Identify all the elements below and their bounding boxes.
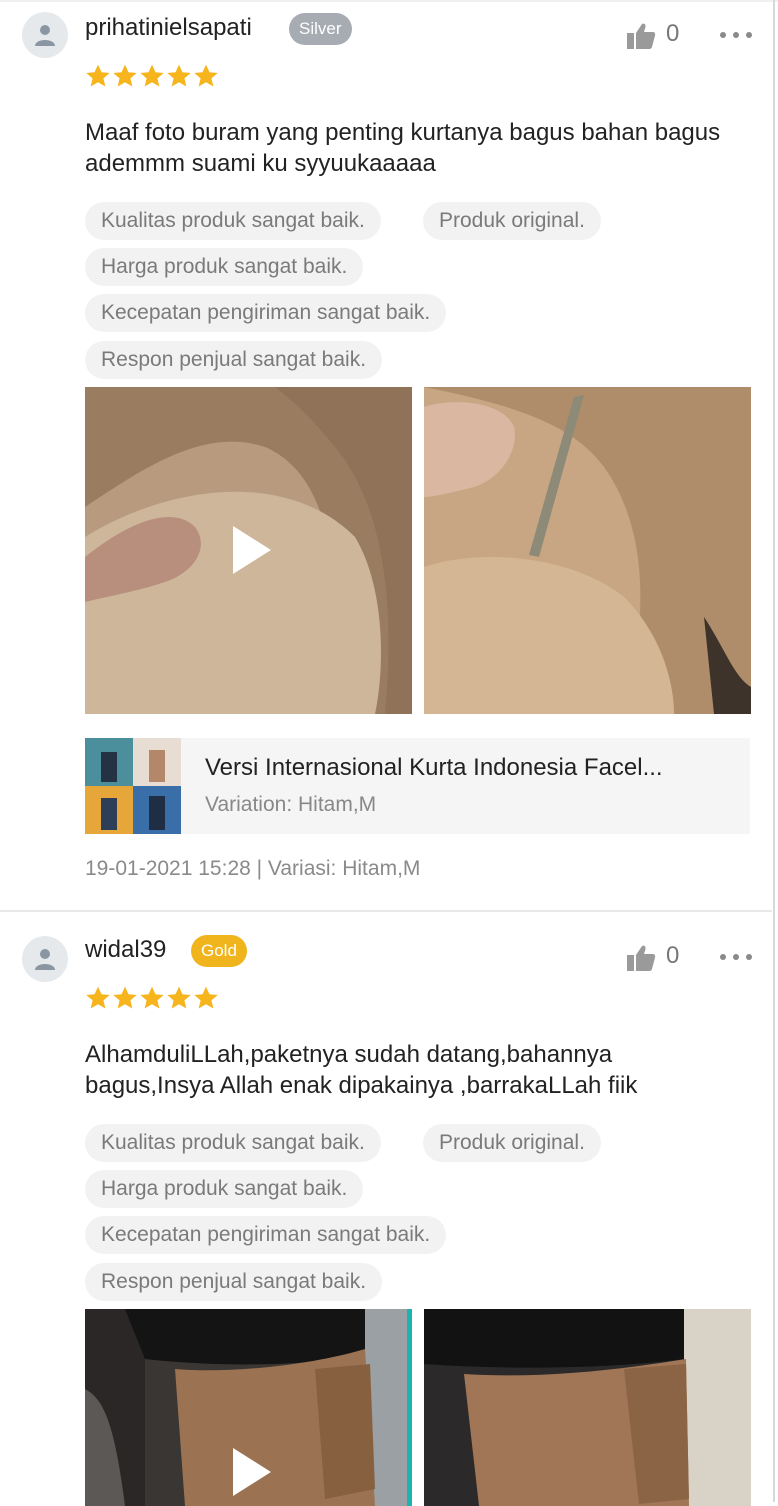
review-video-thumbnail[interactable] [85, 1309, 412, 1506]
review-meta: 19-01-2021 15:28 | Variasi: Hitam,M [85, 857, 421, 880]
thumbs-up-icon [627, 945, 656, 971]
star-icon [140, 64, 164, 87]
review-tag: Produk original. [423, 202, 601, 240]
fabric-photo [424, 387, 751, 714]
review-photo[interactable] [424, 1309, 751, 1506]
review-video-thumbnail[interactable] [85, 387, 412, 714]
play-icon [233, 526, 271, 574]
star-icon [167, 64, 191, 87]
product-card[interactable]: Versi Internasional Kurta Indonesia Face… [85, 738, 750, 834]
user-icon [35, 949, 55, 970]
like-button[interactable]: 0 [626, 20, 686, 52]
star-icon [113, 64, 137, 87]
star-icon [140, 986, 164, 1009]
play-icon [233, 1448, 271, 1496]
username[interactable]: prihatinielsapati [85, 14, 252, 42]
review-tag: Harga produk sangat baik. [85, 1170, 364, 1208]
review-tag: Harga produk sangat baik. [85, 248, 364, 286]
review-tag: Kecepatan pengiriman sangat baik. [85, 1216, 447, 1254]
pants-photo [424, 1309, 751, 1506]
review-photo[interactable] [424, 387, 751, 714]
review-card: prihatinielsapati Silver 0 Maaf foto bur… [0, 0, 772, 908]
username[interactable]: widal39 [85, 936, 166, 964]
more-options-icon[interactable] [716, 944, 756, 968]
star-icon [194, 64, 218, 87]
product-title[interactable]: Versi Internasional Kurta Indonesia Face… [205, 754, 735, 782]
product-variation: Variation: Hitam,M [205, 793, 377, 816]
member-badge: Gold [191, 935, 247, 967]
star-icon [86, 986, 110, 1009]
review-tag: Respon penjual sangat baik. [85, 1263, 383, 1301]
review-comment: AlhamduliLLah,paketnya sudah datang,baha… [85, 1041, 638, 1099]
member-badge: Silver [289, 13, 352, 45]
review-tag: Respon penjual sangat baik. [85, 341, 383, 379]
like-count: 0 [666, 942, 680, 969]
more-options-icon[interactable] [716, 22, 756, 46]
thumbs-up-icon [627, 23, 656, 49]
review-comment: Maaf foto buram yang penting kurtanya ba… [85, 119, 721, 177]
review-card: widal39 Gold 0 AlhamduliLLah,paketnya su… [0, 910, 772, 1506]
user-icon [35, 25, 55, 46]
review-tag: Kualitas produk sangat baik. [85, 202, 381, 240]
review-tag: Produk original. [423, 1124, 601, 1162]
like-count: 0 [666, 20, 680, 47]
star-icon [113, 986, 137, 1009]
avatar[interactable] [22, 12, 68, 58]
scrollbar-edge [773, 0, 775, 1502]
avatar[interactable] [22, 936, 68, 982]
review-tag: Kualitas produk sangat baik. [85, 1124, 381, 1162]
like-button[interactable]: 0 [626, 942, 686, 974]
star-icon [167, 986, 191, 1009]
product-thumbnail [85, 738, 181, 834]
star-icon [194, 986, 218, 1009]
star-icon [86, 64, 110, 87]
review-tag: Kecepatan pengiriman sangat baik. [85, 294, 447, 332]
